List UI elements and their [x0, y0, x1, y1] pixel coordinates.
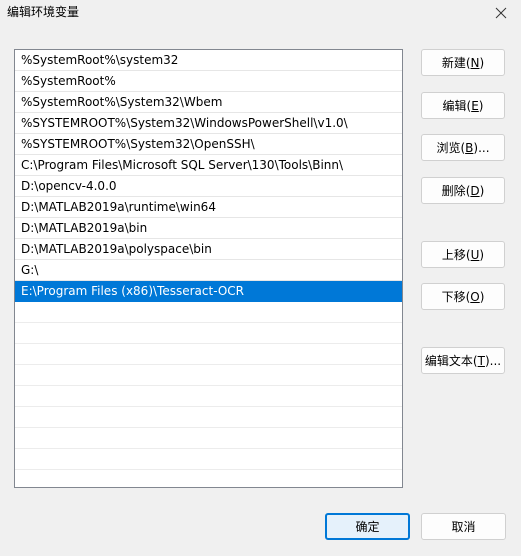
ok-button[interactable]: 确定: [325, 513, 410, 540]
edit-button[interactable]: 编辑(E): [421, 92, 505, 119]
delete-button-label: 删除: [441, 184, 466, 198]
browse-button-ellipsis: ...: [478, 140, 490, 155]
move-up-button-label: 上移: [441, 248, 466, 262]
move-up-button[interactable]: 上移(U): [421, 241, 505, 268]
path-list-item[interactable]: D:\MATLAB2019a\runtime\win64: [15, 197, 402, 218]
cancel-button-label: 取消: [451, 520, 476, 534]
move-down-button[interactable]: 下移(O): [421, 283, 505, 310]
path-list-item[interactable]: %SYSTEMROOT%\System32\OpenSSH\: [15, 134, 402, 155]
edit-text-button-ellipsis: ...: [489, 353, 502, 368]
path-list-empty-row[interactable]: [15, 449, 402, 470]
path-list-item[interactable]: D:\MATLAB2019a\bin: [15, 218, 402, 239]
path-list-item[interactable]: %SystemRoot%: [15, 71, 402, 92]
path-list-item[interactable]: C:\Program Files\Microsoft SQL Server\13…: [15, 155, 402, 176]
path-list-empty-row[interactable]: [15, 428, 402, 449]
new-button-key: N: [470, 55, 480, 70]
title-bar: 编辑环境变量: [0, 0, 521, 28]
path-list-item[interactable]: D:\MATLAB2019a\polyspace\bin: [15, 239, 402, 260]
path-list-empty-row[interactable]: [15, 323, 402, 344]
ok-button-label: 确定: [355, 520, 380, 534]
edit-button-label: 编辑: [442, 99, 467, 113]
cancel-button[interactable]: 取消: [421, 513, 506, 540]
new-button[interactable]: 新建(N): [421, 49, 505, 76]
browse-button-label: 浏览: [436, 141, 461, 155]
move-down-button-key: O: [470, 289, 480, 304]
path-list-item[interactable]: %SystemRoot%\system32: [15, 50, 402, 71]
move-up-button-key: U: [470, 247, 480, 262]
delete-button[interactable]: 删除(D): [421, 177, 505, 204]
edit-text-button-key: T: [477, 353, 485, 368]
path-list-item[interactable]: G:\: [15, 260, 402, 281]
new-button-label: 新建: [441, 56, 466, 70]
path-list-empty-row[interactable]: [15, 386, 402, 407]
edit-button-key: E: [471, 98, 479, 113]
path-list-item[interactable]: %SYSTEMROOT%\System32\WindowsPowerShell\…: [15, 113, 402, 134]
path-list-empty-row[interactable]: [15, 302, 402, 323]
move-down-button-label: 下移: [441, 290, 466, 304]
browse-button-key: B: [465, 140, 474, 155]
delete-button-key: D: [470, 183, 480, 198]
path-list[interactable]: %SystemRoot%\system32 %SystemRoot% %System…: [14, 49, 403, 488]
path-list-item[interactable]: D:\opencv-4.0.0: [15, 176, 402, 197]
path-list-item[interactable]: E:\Program Files (x86)\Tesseract-OCR: [15, 281, 402, 302]
path-list-empty-row[interactable]: [15, 344, 402, 365]
window-title: 编辑环境变量: [7, 5, 80, 19]
path-list-item[interactable]: %SystemRoot%\System32\Wbem: [15, 92, 402, 113]
path-list-empty-row[interactable]: [15, 365, 402, 386]
path-list-empty-row[interactable]: [15, 470, 402, 487]
edit-text-button[interactable]: 编辑文本(T)...: [421, 347, 505, 374]
path-list-empty-row[interactable]: [15, 407, 402, 428]
close-button[interactable]: [489, 2, 513, 24]
edit-text-button-label: 编辑文本: [424, 354, 473, 368]
browse-button[interactable]: 浏览(B)...: [421, 134, 505, 161]
close-icon: [495, 7, 507, 19]
